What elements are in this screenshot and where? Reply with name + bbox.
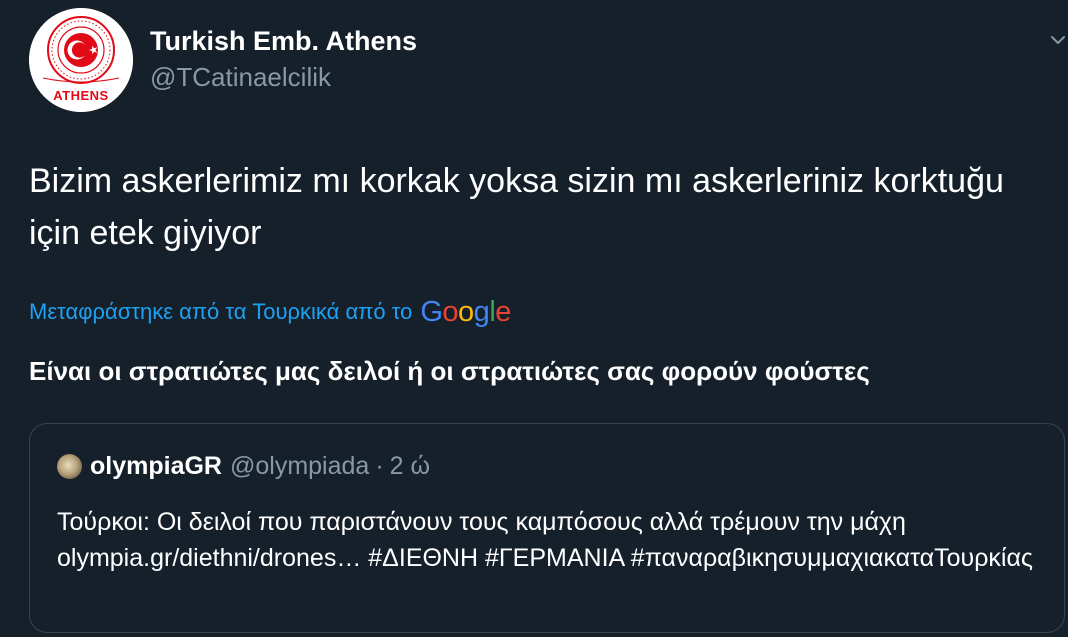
- google-letter: g: [473, 295, 490, 328]
- tweet: ATHENS Turkish Emb. Athens @TCatinaelcil…: [0, 0, 1068, 637]
- chevron-down-icon[interactable]: [1050, 33, 1066, 47]
- author-handle[interactable]: @TCatinaelcilik: [150, 62, 331, 93]
- google-letter: G: [420, 295, 443, 328]
- quoted-tweet-header: olympiaGR @olympiada · 2 ώ: [57, 452, 430, 481]
- author-name[interactable]: Turkish Emb. Athens: [150, 26, 417, 57]
- google-letter: o: [442, 295, 459, 328]
- quoted-separator: ·: [375, 452, 384, 480]
- author-avatar[interactable]: ATHENS: [29, 8, 133, 112]
- translation-source-text: Μεταφράστηκε από τα Τουρκικά από το: [29, 299, 413, 324]
- google-letter: o: [458, 295, 474, 328]
- quoted-author-avatar: [57, 454, 82, 479]
- tweet-text: Bizim askerlerimiz mı korkak yoksa sizin…: [29, 162, 1004, 252]
- translated-by-label[interactable]: Μεταφράστηκε από τα Τουρκικά από το G o …: [29, 294, 511, 330]
- google-logo: G o o g l e: [420, 296, 511, 329]
- google-letter: e: [495, 295, 511, 328]
- quoted-author-handle: @olympiada: [229, 452, 370, 480]
- translated-text: Είναι οι στρατιώτες μας δειλοί ή οι στρα…: [29, 356, 870, 386]
- quoted-author-name: olympiaGR: [90, 452, 222, 480]
- quoted-tweet-text: Τούρκοι: Οι δειλοί που παριστάνουν τους …: [57, 508, 1033, 572]
- quoted-timestamp: 2 ώ: [389, 452, 431, 480]
- quoted-tweet-card[interactable]: olympiaGR @olympiada · 2 ώ Τούρκοι: Οι δ…: [29, 423, 1065, 633]
- avatar-label: ATHENS: [53, 88, 109, 103]
